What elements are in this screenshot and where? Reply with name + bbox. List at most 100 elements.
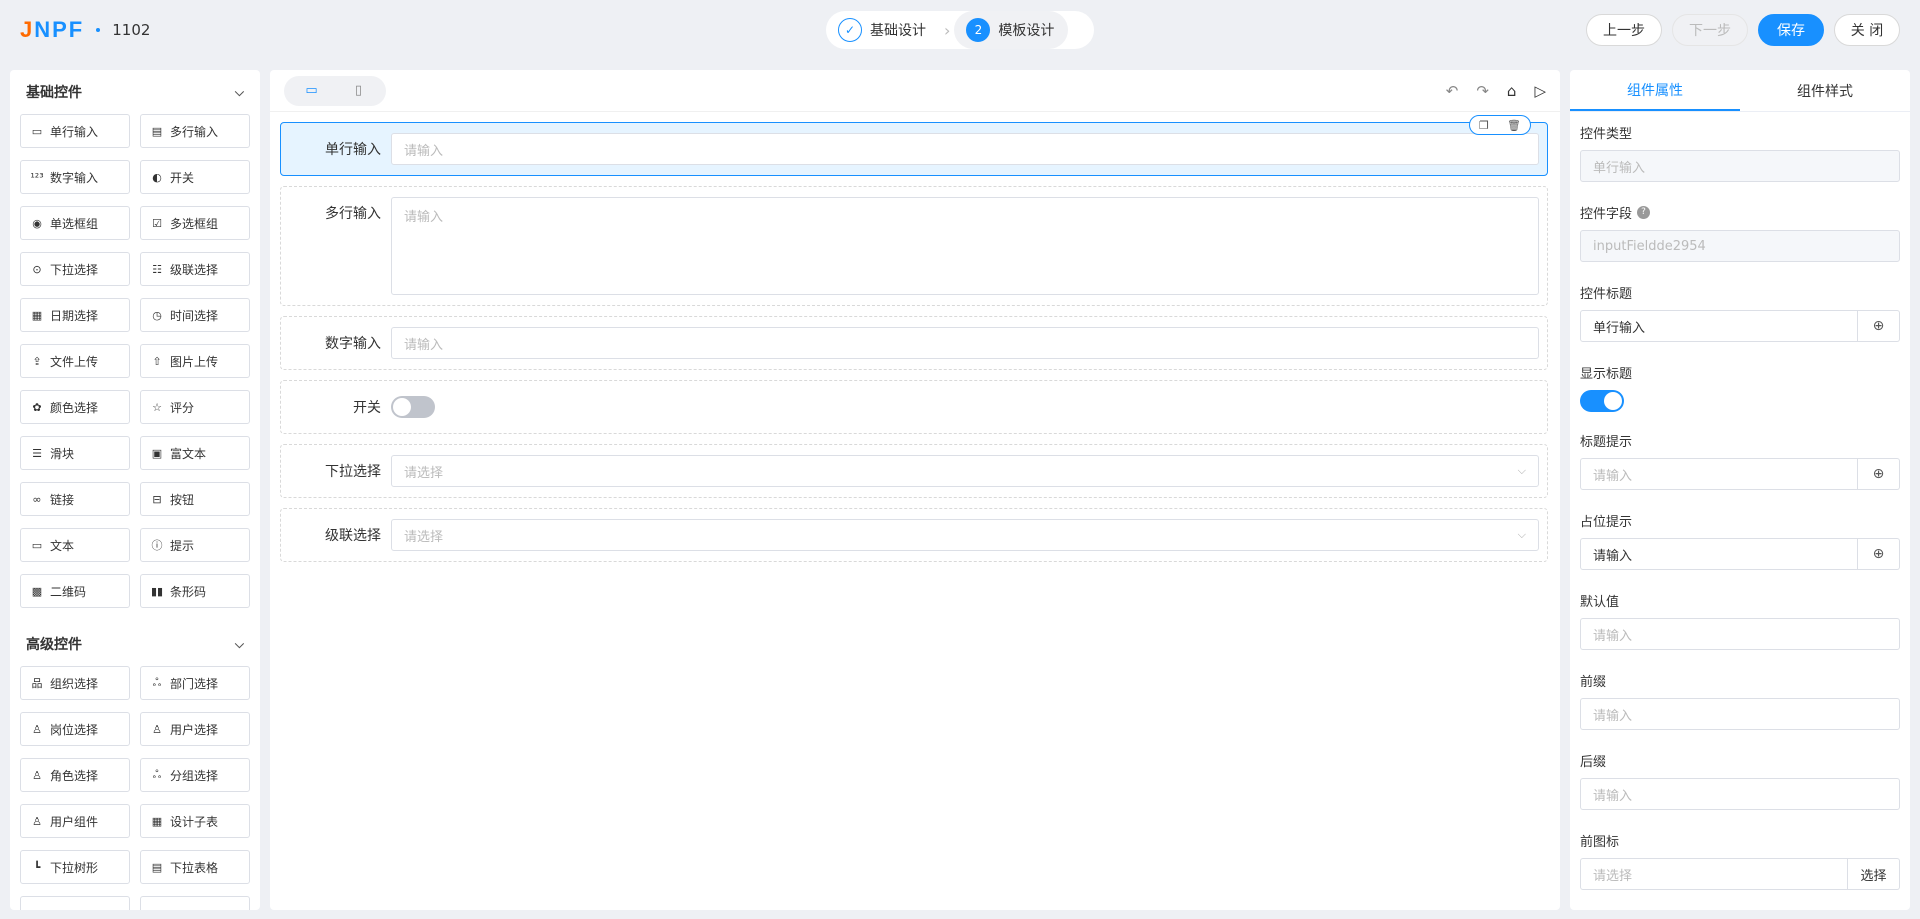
palette-item-image-upload[interactable]: ⇧ 图片上传: [140, 344, 250, 378]
switch-icon: ◐: [152, 170, 162, 184]
canvas-field-cascader[interactable]: 级联选择 请选择 ⌵: [280, 508, 1548, 562]
basic-group-header[interactable]: 基础控件 ⌵: [10, 70, 260, 114]
palette-item-date[interactable]: ▦ 日期选择: [20, 298, 130, 332]
palette-item-checkbox[interactable]: ☑ 多选框组: [140, 206, 250, 240]
prop-default-input[interactable]: 请输入: [1580, 618, 1900, 650]
delete-icon[interactable]: 🗑: [1507, 119, 1521, 132]
prop-default-label: 默认值: [1580, 594, 1620, 610]
select-field[interactable]: 请选择 ⌵: [391, 455, 1539, 487]
prop-prefix-input[interactable]: 请输入: [1580, 698, 1900, 730]
globe-icon[interactable]: ⊕: [1858, 458, 1900, 490]
tablet-icon[interactable]: ▯: [335, 79, 382, 103]
globe-icon[interactable]: ⊕: [1858, 538, 1900, 570]
palette-item-time[interactable]: ◷ 时间选择: [140, 298, 250, 332]
select-icon-button[interactable]: 选择: [1848, 858, 1900, 890]
canvas-field-textarea[interactable]: 多行输入 请输入: [280, 186, 1548, 306]
clock-icon: ◷: [152, 308, 162, 322]
palette-item-org[interactable]: 品组织选择: [20, 666, 130, 700]
palette-item-cascader[interactable]: ☷ 级联选择: [140, 252, 250, 286]
clear-icon[interactable]: ⌂: [1507, 82, 1517, 100]
palette-item-link[interactable]: ∞ 链接: [20, 482, 130, 516]
palette-item-color[interactable]: ✿ 颜色选择: [20, 390, 130, 424]
step-template-design[interactable]: 2 模板设计: [954, 11, 1069, 49]
prev-step-button[interactable]: 上一步: [1586, 14, 1662, 46]
advanced-components-grid: 品组织选择 ஃ 部门选择 ♙ 岗位选择 ♙ 用户选择 ♙ 角色选择 ஃ 分组选择 ♙ 用户组…: [10, 666, 260, 910]
select-table-icon: ▤: [151, 860, 163, 874]
prop-prefix-icon-input[interactable]: 请选择: [1580, 858, 1848, 890]
palette-item-partial[interactable]: [140, 896, 250, 910]
text-icon: ▭: [31, 538, 43, 552]
tab-component-props[interactable]: 组件属性: [1570, 70, 1740, 111]
palette-item-qrcode[interactable]: ▩ 二维码: [20, 574, 130, 608]
desktop-icon[interactable]: ▭: [288, 79, 335, 103]
palette-item-file-upload[interactable]: ⇪ 文件上传: [20, 344, 130, 378]
textarea-field[interactable]: 请输入: [391, 197, 1539, 295]
palette-item-text[interactable]: ▭ 文本: [20, 528, 130, 562]
palette-item-rich-text[interactable]: ▣ 富文本: [140, 436, 250, 470]
prop-field-label-row: 控件字段 ?: [1580, 202, 1900, 222]
palette-item-slider[interactable]: ☰ 滑块: [20, 436, 130, 470]
canvas-field-select[interactable]: 下拉选择 请选择 ⌵: [280, 444, 1548, 498]
number-input-field[interactable]: 请输入: [391, 327, 1539, 359]
canvas-field-switch[interactable]: 开关: [280, 380, 1548, 434]
prop-show-title-label: 显示标题: [1580, 366, 1633, 382]
advanced-group-header[interactable]: 高级控件 ⌵: [10, 622, 260, 666]
prop-tip-input[interactable]: 请输入: [1580, 458, 1858, 490]
chevron-down-icon: ⌵: [234, 636, 244, 651]
preview-play-icon[interactable]: ▷: [1534, 82, 1546, 100]
prop-field-label: 控件字段: [1580, 206, 1633, 222]
palette-item-input[interactable]: ▭ 单行输入: [20, 114, 130, 148]
palette-item-switch[interactable]: ◐ 开关: [140, 160, 250, 194]
field-label: 开关: [353, 400, 381, 416]
close-button[interactable]: 关 闭: [1834, 14, 1900, 46]
palette-item-barcode[interactable]: ▮▮ 条形码: [140, 574, 250, 608]
logo-text: JNPF: [20, 17, 85, 42]
palette-item-user-component[interactable]: ♙ 用户组件: [20, 804, 130, 838]
undo-icon[interactable]: ↶: [1446, 82, 1459, 100]
cascader-field[interactable]: 请选择 ⌵: [391, 519, 1539, 551]
input-icon: ▭: [31, 124, 43, 138]
upload-icon: ⇪: [32, 354, 42, 368]
palette-item-user[interactable]: ♙ 用户选择: [140, 712, 250, 746]
save-button[interactable]: 保存: [1758, 14, 1824, 46]
prop-title-input[interactable]: 单行输入: [1580, 310, 1858, 342]
palette-item-position[interactable]: ♙ 岗位选择: [20, 712, 130, 746]
palette-item-group[interactable]: ஃ 分组选择: [140, 758, 250, 792]
copy-icon[interactable]: ❐: [1479, 119, 1489, 132]
palette-item-textarea[interactable]: ▤ 多行输入: [140, 114, 250, 148]
properties-tabs: 组件属性 组件样式: [1570, 70, 1910, 112]
input-field[interactable]: 请输入: [391, 133, 1539, 165]
canvas-field-input[interactable]: 单行输入 请输入 ❐ 🗑: [280, 115, 1548, 176]
palette-item-department[interactable]: ஃ 部门选择: [140, 666, 250, 700]
globe-icon[interactable]: ⊕: [1858, 310, 1900, 342]
prop-type-input[interactable]: 单行输入: [1580, 150, 1900, 182]
field-actions: ❐ 🗑: [1469, 115, 1531, 135]
palette-item-select[interactable]: ⊙ 下拉选择: [20, 252, 130, 286]
redo-icon[interactable]: ↷: [1476, 82, 1489, 100]
palette-item-tree-select[interactable]: ┗ 下拉树形: [20, 850, 130, 884]
palette-item-radio[interactable]: ◉ 单选框组: [20, 206, 130, 240]
prop-field-input[interactable]: inputFieldde2954: [1580, 230, 1900, 262]
image-upload-icon: ⇧: [152, 354, 162, 368]
switch-toggle[interactable]: [391, 396, 435, 418]
canvas-field-number[interactable]: 数字输入 请输入: [280, 316, 1548, 370]
palette-item-partial[interactable]: [20, 896, 130, 910]
show-title-switch[interactable]: [1580, 390, 1624, 412]
tab-component-style[interactable]: 组件样式: [1740, 70, 1910, 111]
palette-item-button[interactable]: ⊟ 按钮: [140, 482, 250, 516]
prop-placeholder-input[interactable]: 请输入: [1580, 538, 1858, 570]
palette-item-rate[interactable]: ☆ 评分: [140, 390, 250, 424]
prop-suffix-input[interactable]: 请输入: [1580, 778, 1900, 810]
calendar-icon: ▦: [31, 308, 43, 322]
cascader-icon: ☷: [152, 262, 162, 276]
palette-item-subtable[interactable]: ▦ 设计子表: [140, 804, 250, 838]
star-icon: ☆: [152, 400, 162, 414]
palette-item-alert[interactable]: ⓘ 提示: [140, 528, 250, 562]
palette-item-table-select[interactable]: ▤ 下拉表格: [140, 850, 250, 884]
next-step-button[interactable]: 下一步: [1672, 14, 1748, 46]
palette-item-number[interactable]: ¹²³ 数字输入: [20, 160, 130, 194]
help-icon[interactable]: ?: [1637, 205, 1651, 219]
palette-item-role[interactable]: ♙ 角色选择: [20, 758, 130, 792]
prop-title-label: 控件标题: [1580, 286, 1633, 302]
step-basic-design[interactable]: ✓ 基础设计: [826, 11, 940, 49]
